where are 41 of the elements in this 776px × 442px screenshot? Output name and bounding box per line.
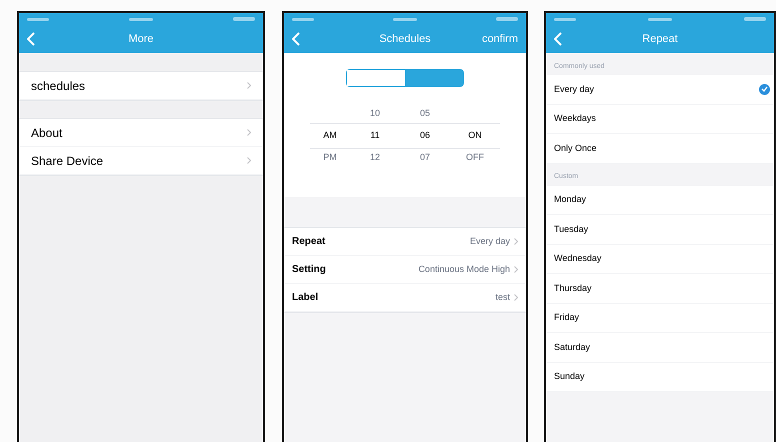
chevron-icon [514, 266, 518, 273]
picker-value: 07 [418, 151, 431, 164]
back-icon[interactable] [27, 32, 37, 46]
settings-row[interactable]: Setting Continuous Mode High [284, 256, 526, 284]
screen-title: Schedules [379, 32, 431, 47]
menu-item[interactable]: schedules [19, 72, 263, 100]
option-row[interactable]: Every day [546, 75, 774, 104]
picker-value: 12 [368, 151, 381, 164]
picker-value: 11 [369, 129, 381, 142]
menu-item[interactable]: About [19, 119, 263, 147]
picker-value: AM [322, 129, 338, 142]
picker-value: ON [467, 129, 483, 142]
picker-value: 05 [418, 107, 431, 120]
setting-value: Continuous Mode High [418, 262, 510, 276]
option-row[interactable]: Weekdays [546, 104, 774, 134]
settings-row[interactable]: Label test [284, 284, 526, 312]
screen-title: Repeat [642, 32, 678, 47]
option-row[interactable]: Sunday [546, 362, 774, 392]
chevron-icon [247, 129, 251, 136]
screen-title: More [128, 32, 154, 47]
menu-item[interactable]: Share Device [19, 147, 263, 175]
chevron-icon [247, 157, 251, 164]
option-row[interactable]: Tuesday [546, 215, 774, 244]
picker-value: 06 [418, 129, 431, 142]
option-row[interactable]: Wednesday [546, 244, 774, 274]
back-icon[interactable] [554, 32, 564, 46]
setting-value: test [495, 290, 510, 304]
option-row[interactable]: Thursday [546, 274, 774, 304]
setting-value: Every day [470, 234, 510, 248]
option-row[interactable]: Only Once [546, 134, 774, 164]
picker-value: 10 [368, 107, 381, 120]
settings-row[interactable]: Repeat Every day [284, 228, 526, 256]
back-icon[interactable] [292, 32, 302, 46]
chevron-icon [247, 82, 251, 89]
chevron-icon [514, 238, 518, 245]
chevron-icon [514, 294, 518, 301]
option-row[interactable]: Monday [546, 186, 774, 215]
picker-value: PM [322, 151, 338, 164]
picker-value: OFF [465, 151, 485, 164]
option-row[interactable]: Saturday [546, 333, 774, 362]
option-row[interactable]: Friday [546, 304, 774, 333]
